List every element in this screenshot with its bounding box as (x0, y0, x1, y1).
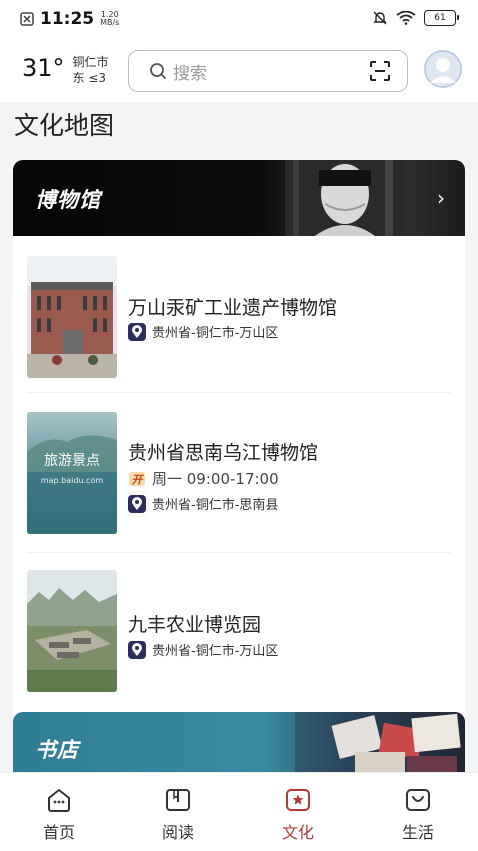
tab-label: 文化 (281, 823, 314, 842)
book-icon (166, 789, 190, 811)
museum-thumbnail (27, 256, 117, 378)
museum-location: 贵州省-铜仁市-万山区 (128, 640, 278, 659)
tab-home[interactable]: 首页 (19, 787, 99, 843)
temperature: 31° (22, 54, 65, 82)
tab-label: 首页 (42, 823, 75, 842)
museum-thumbnail: 旅游景点 map.baidu.com (27, 412, 117, 534)
museum-location: 贵州省-铜仁市-万山区 (128, 322, 278, 341)
culture-icon (286, 789, 310, 811)
weather-widget[interactable]: 31° 铜仁市 东 ≤3 (22, 54, 109, 86)
location-text: 贵州省-铜仁市-万山区 (152, 644, 279, 659)
top-header: 31° 铜仁市 东 ≤3 搜索 (0, 38, 478, 102)
battery-icon: 61 (424, 10, 459, 26)
thumbnail-label: 旅游景点 (44, 453, 100, 469)
life-icon (406, 789, 430, 811)
location-pin-icon (128, 494, 146, 513)
tab-label: 生活 (401, 823, 434, 842)
network-speed-unit: MB/s (100, 18, 120, 27)
notification-close-icon (20, 12, 34, 26)
museum-name: 九丰农业博览园 (128, 614, 262, 636)
weather-city: 铜仁市 (72, 55, 109, 69)
tab-life[interactable]: 生活 (378, 787, 458, 843)
museum-name: 万山汞矿工业遗产博物馆 (128, 297, 338, 319)
museum-location: 贵州省-铜仁市-思南县 (128, 494, 278, 513)
location-pin-icon (128, 640, 146, 659)
status-time: 11:25 (40, 9, 95, 29)
avatar[interactable] (424, 50, 462, 88)
museum-banner[interactable]: 博物馆 › (13, 160, 465, 236)
location-text: 贵州省-铜仁市-思南县 (152, 498, 279, 513)
hours-text: 周一 09:00-17:00 (152, 470, 279, 488)
search-icon (150, 63, 166, 79)
open-badge-icon: 开 (128, 470, 146, 488)
bookstore-section-title: 书店 (35, 738, 79, 762)
home-icon (48, 789, 70, 812)
museum-thumbnail (27, 570, 117, 692)
scan-icon[interactable] (369, 60, 391, 82)
statue-image (285, 160, 405, 236)
opening-hours: 开 周一 09:00-17:00 (128, 468, 279, 489)
divider (27, 552, 451, 553)
location-pin-icon (128, 322, 146, 341)
network-speed: 1.20 MB/s (100, 11, 119, 27)
search-placeholder: 搜索 (173, 63, 207, 84)
thumbnail-sublabel: map.baidu.com (40, 476, 104, 485)
battery-level: 61 (434, 13, 446, 23)
tab-label: 阅读 (161, 823, 194, 842)
bottom-tab-bar: 首页 阅读 文化 生活 (0, 772, 478, 851)
tab-culture[interactable]: 文化 (258, 787, 338, 843)
search-bar[interactable]: 搜索 (128, 50, 408, 92)
list-item[interactable]: 万山汞矿工业遗产博物馆 贵州省-铜仁市-万山区 (27, 256, 451, 378)
chevron-right-icon[interactable]: › (437, 186, 445, 210)
divider (27, 392, 451, 393)
location-text: 贵州省-铜仁市-万山区 (152, 326, 279, 341)
list-item[interactable]: 九丰农业博览园 贵州省-铜仁市-万山区 (27, 570, 451, 692)
status-bar: 11:25 1.20 MB/s 61 (0, 0, 478, 38)
mute-bell-icon (373, 11, 387, 25)
wifi-icon (396, 11, 416, 25)
museum-section-title: 博物馆 (35, 188, 101, 212)
page-title: 文化地图 (14, 111, 115, 140)
weather-wind: 东 ≤3 (72, 71, 107, 85)
user-avatar-icon (424, 50, 462, 88)
museum-card: 博物馆 › 万山汞矿工业遗产博物馆 贵州省-铜仁市-万山区 旅游景点 map.b… (13, 160, 465, 720)
tab-read[interactable]: 阅读 (138, 787, 218, 843)
museum-name: 贵州省思南乌江博物馆 (128, 442, 319, 464)
list-item[interactable]: 旅游景点 map.baidu.com 贵州省思南乌江博物馆 开 周一 09:00… (27, 412, 451, 534)
